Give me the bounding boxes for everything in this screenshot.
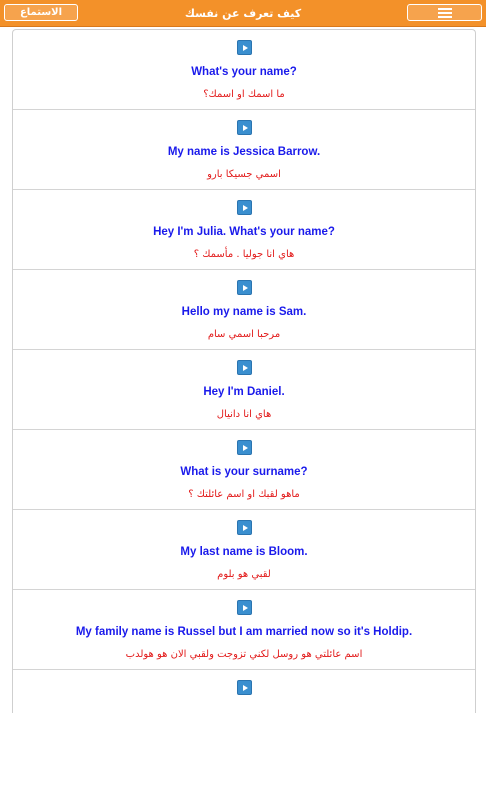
list-item: What is your surname? ماهو لقبك او اسم ع… — [13, 430, 475, 510]
top-bar: الاستماع كيف تعرف عن نفسك — [0, 0, 486, 27]
list-item: What's your name? ما اسمك او اسمك؟ — [13, 30, 475, 110]
arabic-translation: اسمي جسيكا بارو — [207, 169, 281, 180]
english-phrase: My family name is Russel but I am marrie… — [75, 626, 413, 638]
arabic-translation: مرحبا اسمي سام — [207, 329, 281, 340]
arabic-translation: اسم عائلتي هو روسل لكني تزوجت ولقبي الان… — [125, 649, 363, 660]
english-phrase: Hey I'm Daniel. — [203, 386, 285, 398]
play-icon[interactable] — [237, 120, 252, 135]
arabic-translation: ماهو لقبك او اسم عائلتك ؟ — [188, 489, 300, 500]
page-title: كيف تعرف عن نفسك — [184, 6, 302, 20]
play-icon[interactable] — [237, 40, 252, 55]
play-icon[interactable] — [237, 280, 252, 295]
phrase-list: What's your name? ما اسمك او اسمك؟ My na… — [12, 29, 476, 713]
list-item: My name is Jessica Barrow. اسمي جسيكا با… — [13, 110, 475, 190]
arabic-translation: لقبي هو بلوم — [217, 569, 271, 580]
play-icon[interactable] — [237, 200, 252, 215]
arabic-translation: هاي انا جوليا . مأسمك ؟ — [193, 249, 295, 260]
play-icon[interactable] — [237, 600, 252, 615]
list-item: My family name is Russel but I am marrie… — [13, 590, 475, 670]
english-phrase: Hey I'm Julia. What's your name? — [153, 226, 335, 238]
play-icon[interactable] — [237, 360, 252, 375]
english-phrase: Hello my name is Sam. — [181, 306, 307, 318]
list-item: Hey I'm Daniel. هاي انا دانيال — [13, 350, 475, 430]
listen-button[interactable]: الاستماع — [4, 4, 78, 21]
play-icon[interactable] — [237, 520, 252, 535]
english-phrase: My last name is Bloom. — [180, 546, 308, 558]
list-item — [13, 670, 475, 713]
arabic-translation: هاي انا دانيال — [216, 409, 272, 420]
play-icon[interactable] — [237, 440, 252, 455]
english-phrase: What is your surname? — [180, 466, 308, 478]
list-item: Hello my name is Sam. مرحبا اسمي سام — [13, 270, 475, 350]
play-icon[interactable] — [237, 680, 252, 695]
arabic-translation: ما اسمك او اسمك؟ — [203, 89, 285, 100]
english-phrase: What's your name? — [191, 66, 297, 78]
english-phrase: My name is Jessica Barrow. — [167, 146, 321, 158]
hamburger-icon — [437, 8, 452, 18]
list-item: Hey I'm Julia. What's your name? هاي انا… — [13, 190, 475, 270]
menu-button[interactable] — [407, 4, 482, 21]
list-item: My last name is Bloom. لقبي هو بلوم — [13, 510, 475, 590]
